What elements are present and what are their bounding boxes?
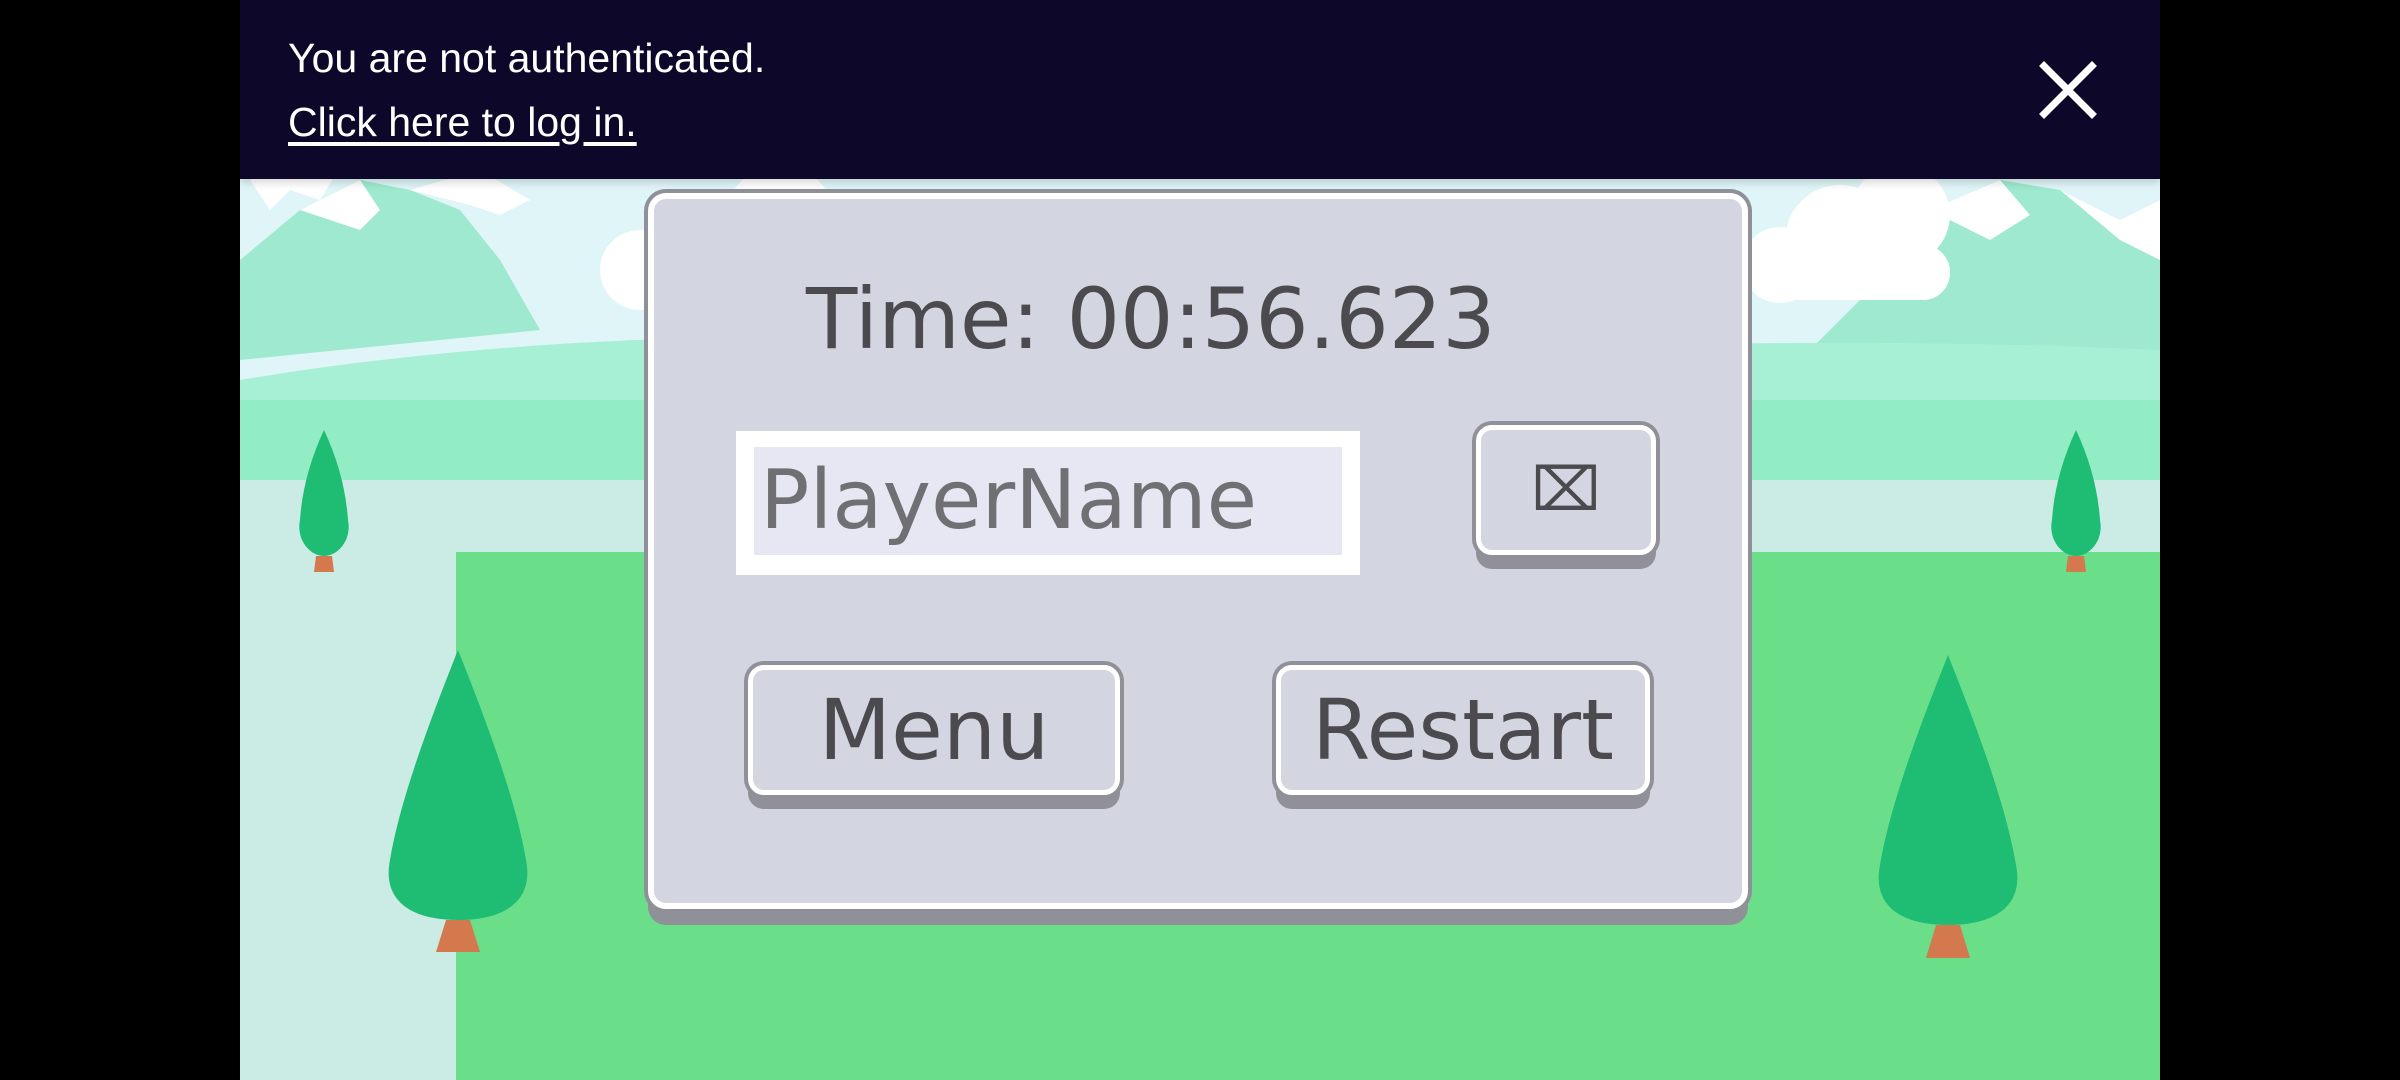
auth-message: You are not authenticated.	[288, 35, 766, 81]
login-link[interactable]: Click here to log in.	[288, 92, 637, 152]
game-viewport: Time: 00:56.623 ⌧ Menu Restart You are n…	[240, 0, 2160, 1080]
player-name-input[interactable]	[754, 447, 1342, 555]
player-name-field	[736, 431, 1360, 575]
missing-glyph-icon: ⌧	[1531, 455, 1601, 525]
menu-button[interactable]: Menu	[748, 665, 1120, 795]
game-over-panel: Time: 00:56.623 ⌧ Menu Restart	[648, 193, 1748, 909]
time-label: Time: 00:56.623	[806, 270, 1496, 368]
close-icon[interactable]	[2030, 52, 2106, 128]
fullscreen-button[interactable]: ⌧	[1476, 425, 1656, 555]
auth-banner: You are not authenticated. Click here to…	[240, 0, 2160, 179]
restart-button[interactable]: Restart	[1276, 665, 1650, 795]
